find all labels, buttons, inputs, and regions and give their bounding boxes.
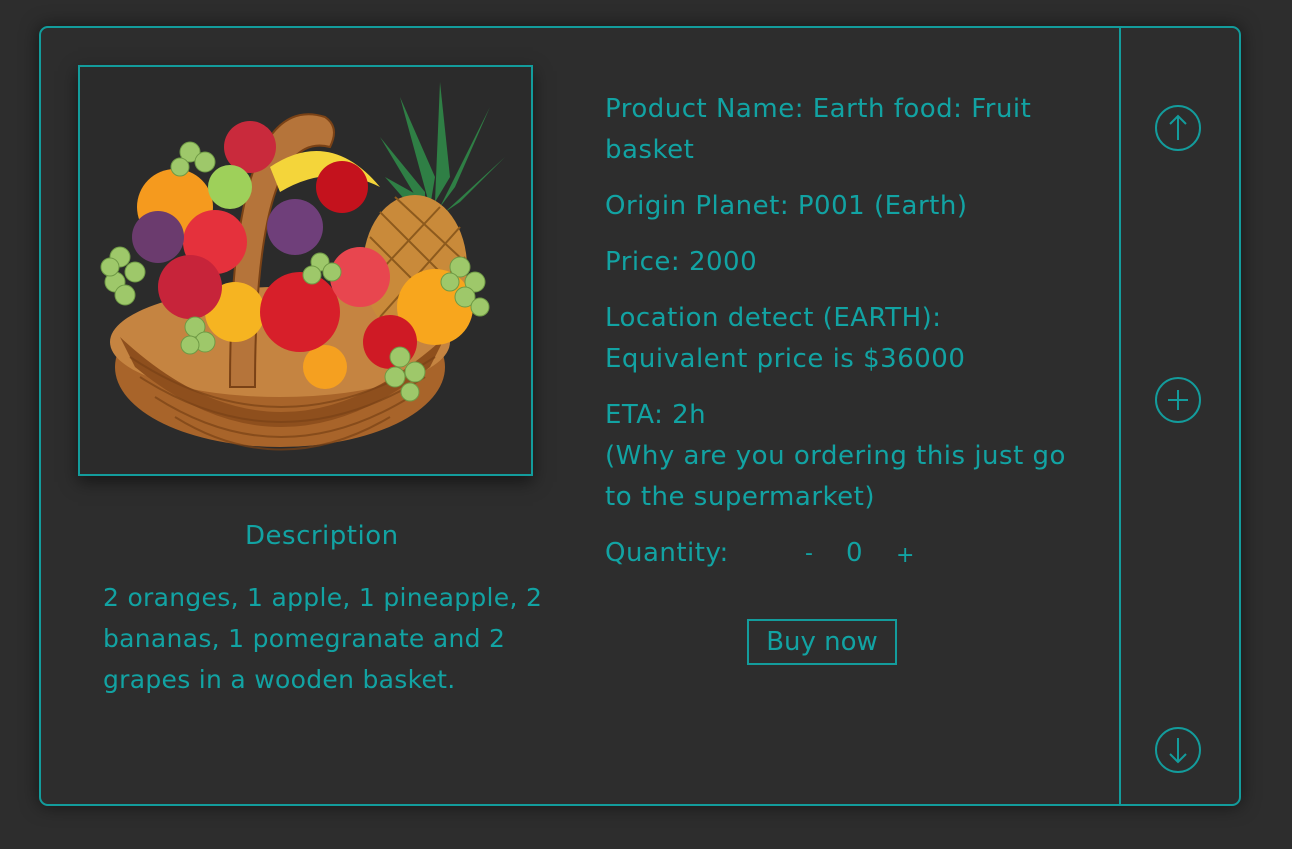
- fruit-basket-image: [100, 82, 505, 451]
- add-to-cart-button[interactable]: [1155, 377, 1201, 423]
- arrow-down-icon: [1169, 738, 1187, 764]
- quantity-label: Quantity:: [605, 538, 729, 568]
- arrow-up-icon: [1169, 114, 1187, 140]
- scroll-up-button[interactable]: [1155, 105, 1201, 151]
- sidebar-divider: [1119, 27, 1121, 805]
- buy-now-button[interactable]: Buy now: [747, 619, 897, 665]
- quantity-increment-button[interactable]: +: [896, 541, 914, 571]
- price: Price: 2000: [605, 247, 758, 277]
- location-price: Location detect (EARTH): Equivalent pric…: [605, 303, 966, 374]
- scroll-down-button[interactable]: [1155, 727, 1201, 773]
- eta: ETA: 2h: [605, 400, 707, 430]
- description-title: Description: [245, 521, 399, 551]
- product-name: Product Name: Earth food: Fruit basket: [605, 94, 1032, 165]
- origin-planet: Origin Planet: P001 (Earth): [605, 191, 968, 221]
- plus-icon: [1168, 390, 1188, 410]
- quantity-decrement-button[interactable]: -: [805, 539, 813, 569]
- product-image: [78, 65, 533, 476]
- eta-note: (Why are you ordering this just go to th…: [605, 441, 1066, 512]
- quantity-value: 0: [846, 538, 863, 568]
- description-text: 2 oranges, 1 apple, 1 pineapple, 2 banan…: [103, 583, 543, 694]
